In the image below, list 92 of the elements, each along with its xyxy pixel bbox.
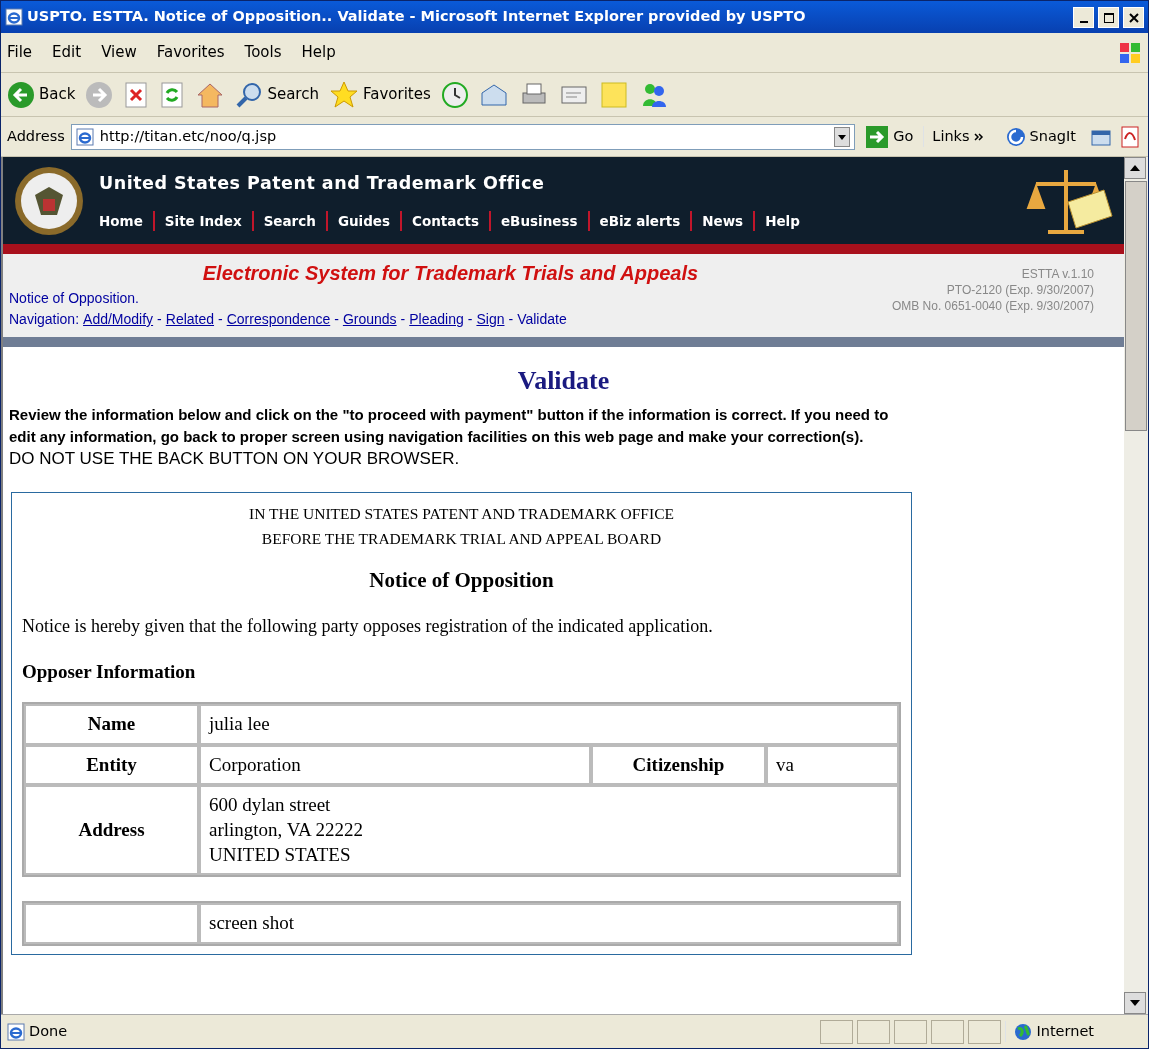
address-label: Address	[7, 126, 65, 146]
chevron-icon	[973, 131, 984, 142]
navigation-link[interactable]: Correspondence	[226, 309, 331, 330]
zone-text: Internet	[1036, 1021, 1094, 1041]
separator: -	[467, 310, 473, 329]
version-text: OMB No. 0651-0040 (Exp. 9/30/2007)	[891, 298, 1094, 314]
instructions-text: Review the information below and click on the "to proceed with payment" button if the information is correct. If you need to edit any information, go back to proper screen using navigation facilities on this web page and make your correction(s).	[9, 405, 889, 447]
separator: -	[334, 310, 339, 329]
form-name: Notice of Opposition.	[9, 289, 140, 308]
status-panel	[931, 1019, 965, 1044]
spiral-icon	[1005, 126, 1026, 147]
scrollbar-thumb[interactable]	[1125, 181, 1147, 431]
status-panel	[820, 1019, 854, 1044]
snagit-button[interactable]: SnagIt	[997, 125, 1084, 148]
nav-link[interactable]: Home	[99, 210, 153, 231]
globe-icon	[1014, 1022, 1033, 1041]
navigation-link[interactable]: Sign	[476, 309, 505, 330]
navigation-link[interactable]: Related	[165, 309, 215, 330]
section-heading: Opposer Information	[22, 659, 197, 684]
dropdown-icon[interactable]	[834, 126, 851, 147]
pdf-icon[interactable]	[1118, 124, 1142, 149]
field-value: va	[766, 744, 899, 786]
status-panel	[894, 1019, 928, 1044]
page-icon	[75, 127, 94, 146]
separator: -	[400, 310, 406, 329]
star-icon	[328, 79, 359, 110]
field-value: Corporation	[199, 744, 591, 786]
window-title: USPTO. ESTTA. Notice of Opposition.. Validate - Microsoft Internet Explorer provided by USPTO	[27, 7, 807, 27]
search-icon	[235, 80, 264, 109]
separator: -	[218, 310, 223, 329]
menu-item[interactable]: Favorites	[156, 41, 225, 64]
nav-link[interactable]: Guides	[325, 210, 401, 231]
menu-item[interactable]: Edit	[52, 41, 82, 64]
nav-link[interactable]: News	[690, 210, 754, 231]
windows-logo-icon	[1118, 40, 1142, 65]
navigation-link[interactable]: Pleading	[409, 309, 464, 330]
menu-item[interactable]: Tools	[244, 41, 282, 64]
maximize-button[interactable]	[1098, 6, 1119, 28]
field-value: 600 dylan street arlington, VA 22222 UNITED STATES	[199, 785, 899, 876]
version-text: ESTTA v.1.10	[1020, 266, 1094, 282]
warning-text: DO NOT USE THE BACK BUTTON ON YOUR BROWSER.	[9, 448, 461, 470]
history-icon[interactable]	[440, 80, 469, 109]
navigation-label: Navigation:	[9, 310, 80, 329]
back-button[interactable]: Back	[7, 80, 76, 109]
address-field[interactable]: http://titan.etc/noo/q.jsp	[70, 123, 856, 150]
court-line: BEFORE THE TRADEMARK TRIAL AND APPEAL BOARD	[260, 529, 663, 549]
close-button[interactable]	[1123, 6, 1144, 28]
nav-link[interactable]: eBusiness	[488, 210, 588, 231]
page-icon	[7, 1022, 25, 1041]
status-panel	[968, 1019, 1002, 1044]
document-heading: Notice of Opposition	[368, 567, 555, 594]
system-title: Electronic System for Trademark Trials and Appeals	[201, 261, 700, 286]
navigation-link[interactable]: Grounds	[342, 309, 397, 330]
scroll-up-icon[interactable]	[1124, 157, 1148, 179]
go-button[interactable]: Go	[861, 124, 918, 149]
browser-icon	[5, 8, 23, 26]
navigation-link[interactable]: Add/Modify	[83, 309, 154, 330]
court-line: IN THE UNITED STATES PATENT AND TRADEMARK OFFICE	[248, 504, 675, 524]
field-label: Entity	[24, 744, 199, 786]
field-value: screen shot	[199, 903, 899, 945]
page-heading: Validate	[516, 365, 611, 397]
menu-item[interactable]: Help	[301, 41, 336, 64]
intro-text: Notice is hereby given that the following party opposes registration of the indicated application.	[22, 614, 714, 638]
seal-icon	[13, 164, 85, 237]
menu-item[interactable]: View	[101, 41, 137, 64]
favorites-button[interactable]: Favorites	[328, 79, 431, 110]
close-icon	[1128, 12, 1139, 23]
version-text: PTO-2120 (Exp. 9/30/2007)	[945, 282, 1094, 298]
field-value: julia lee	[199, 704, 899, 745]
search-button[interactable]: Search	[235, 80, 319, 109]
minimize-button[interactable]	[1073, 6, 1094, 28]
links-button[interactable]: Links	[923, 125, 992, 148]
nav-link[interactable]: Search	[251, 210, 326, 231]
maximize-icon	[1103, 12, 1114, 23]
menu-item[interactable]: File	[7, 41, 33, 64]
nav-link[interactable]: Site Index	[152, 210, 252, 231]
status-panel	[857, 1019, 891, 1044]
nav-link[interactable]: Contacts	[400, 210, 489, 231]
minimize-icon	[1079, 20, 1088, 23]
status-text: Done	[29, 1021, 69, 1041]
separator: -	[508, 310, 514, 329]
scroll-down-icon[interactable]	[1124, 992, 1148, 1014]
field-label: Name	[24, 704, 199, 745]
stop-icon[interactable]	[123, 80, 150, 109]
separator: -	[157, 310, 162, 329]
nav-link[interactable]: Help	[753, 210, 810, 231]
site-title: United States Patent and Trademark Office	[99, 172, 546, 196]
navigation-current: Validate	[517, 310, 567, 329]
field-label: Address	[24, 785, 199, 876]
refresh-icon[interactable]	[159, 80, 186, 109]
field-label: Citizenship	[591, 744, 766, 786]
nav-link[interactable]: eBiz alerts	[587, 210, 691, 231]
